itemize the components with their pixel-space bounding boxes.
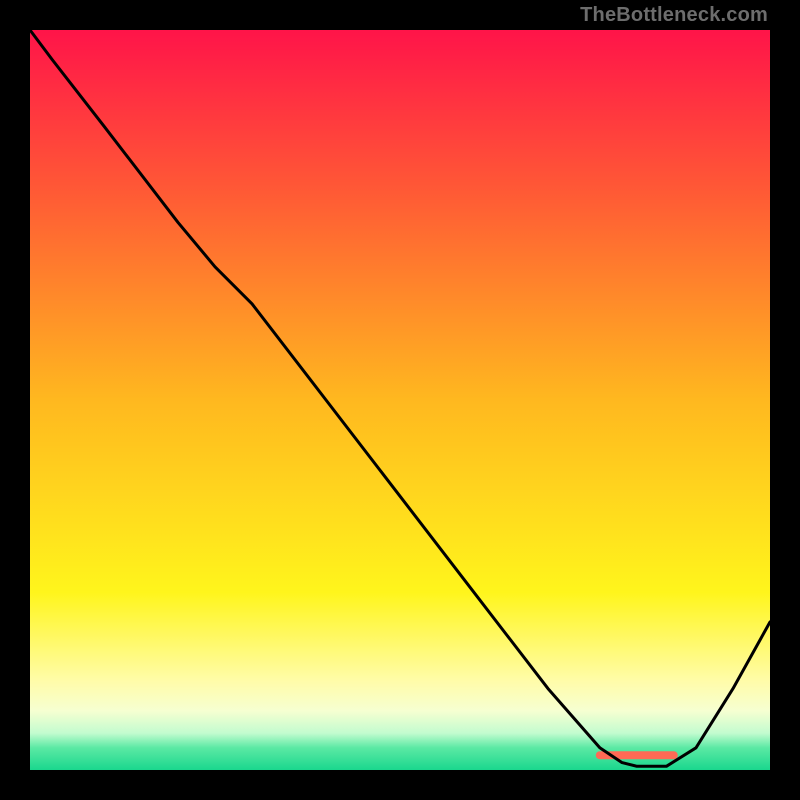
plot-area [30, 30, 770, 770]
chart-frame: TheBottleneck.com [0, 0, 800, 800]
chart-svg [30, 30, 770, 770]
watermark-text: TheBottleneck.com [580, 4, 768, 27]
plot-background [30, 30, 770, 770]
